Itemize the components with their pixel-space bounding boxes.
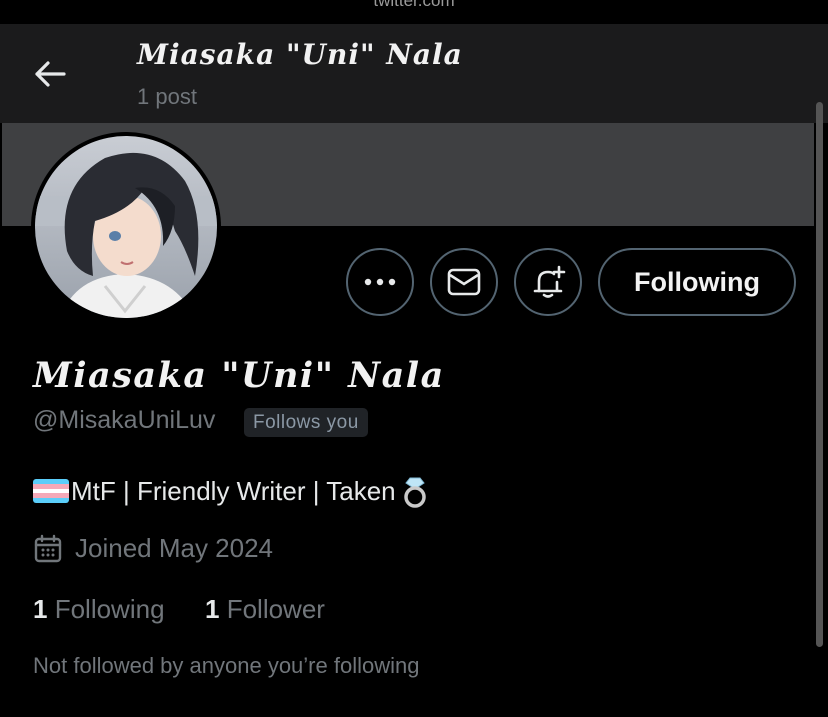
notify-button[interactable] bbox=[514, 248, 582, 316]
mutuals-note: Not followed by anyone you’re following bbox=[33, 653, 420, 678]
more-button[interactable] bbox=[346, 248, 414, 316]
joined-date: Joined May 2024 bbox=[33, 533, 273, 564]
profile-header-bar: Miasaka "Uni" Nala 1 post bbox=[0, 24, 828, 123]
back-arrow-icon bbox=[35, 61, 66, 87]
followers-link[interactable]: 1 Follower bbox=[205, 594, 325, 625]
back-button[interactable] bbox=[30, 58, 70, 90]
avatar-image bbox=[35, 136, 217, 318]
follow-stats: 1 Following 1 Follower bbox=[33, 594, 325, 625]
following-button[interactable]: Following bbox=[598, 248, 796, 316]
browser-url-bar[interactable]: twitter.com bbox=[0, 0, 828, 24]
ring-emoji bbox=[403, 477, 426, 508]
following-link[interactable]: 1 Following bbox=[33, 594, 165, 624]
header-display-name: Miasaka "Uni" Nala bbox=[137, 38, 463, 71]
scrollbar[interactable] bbox=[816, 102, 823, 647]
calendar-icon bbox=[34, 534, 62, 562]
message-icon bbox=[447, 268, 481, 296]
trans-flag-emoji bbox=[33, 479, 69, 503]
avatar[interactable] bbox=[31, 132, 221, 322]
header-post-count: 1 post bbox=[137, 84, 197, 109]
display-name: Miasaka "Uni" Nala bbox=[33, 355, 445, 396]
joined-text: Joined May 2024 bbox=[75, 533, 274, 563]
bio: MtF | Friendly Writer | Taken bbox=[33, 474, 430, 508]
url-text: twitter.com bbox=[373, 0, 455, 10]
user-handle: @MisakaUniLuv bbox=[33, 406, 216, 434]
more-icon bbox=[364, 278, 396, 286]
message-button[interactable] bbox=[430, 248, 498, 316]
follows-you-badge: Follows you bbox=[244, 408, 368, 437]
bio-text: MtF | Friendly Writer | Taken bbox=[71, 475, 396, 506]
notification-bell-icon bbox=[533, 265, 566, 298]
